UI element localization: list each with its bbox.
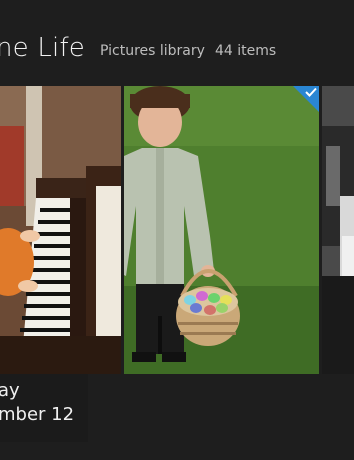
photo-tile-piano[interactable] <box>0 86 121 374</box>
photo-app-window: ne Life Pictures library 44 items ay mbe… <box>0 0 354 460</box>
page-title: ne Life <box>0 33 85 63</box>
date-text: mber 12 <box>0 404 75 425</box>
date-day-text: ay <box>0 380 20 401</box>
piano-photo-image <box>0 86 121 374</box>
checkmark-icon <box>305 87 317 97</box>
photo-tile-boy[interactable] <box>124 86 319 374</box>
boy-photo-image <box>124 86 319 374</box>
library-name: Pictures library <box>100 43 205 59</box>
library-info: Pictures library 44 items <box>100 42 276 60</box>
header: ne Life Pictures library 44 items <box>0 30 354 70</box>
item-count: 44 items <box>214 43 277 59</box>
car-photo-image <box>322 86 354 374</box>
date-group-label: ay mber 12 <box>0 374 88 442</box>
photo-tile-car[interactable] <box>322 86 354 374</box>
